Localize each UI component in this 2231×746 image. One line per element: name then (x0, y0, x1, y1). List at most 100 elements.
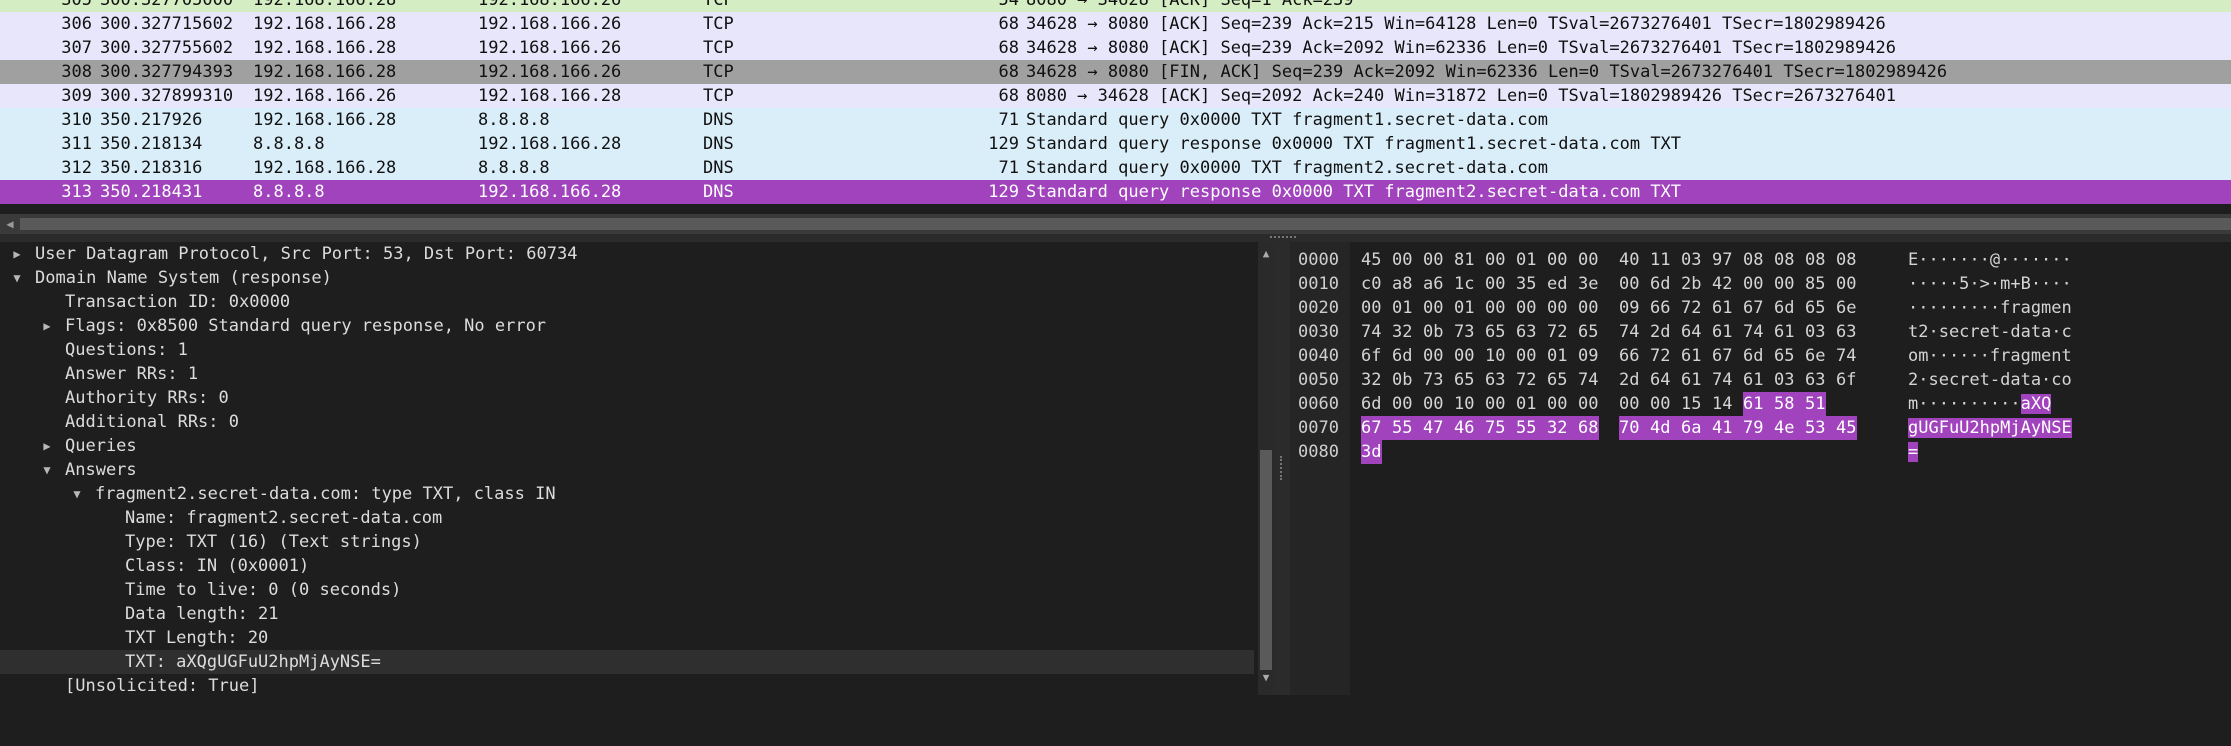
hex-byte[interactable]: 65 (1454, 368, 1485, 392)
collapse-arrow-icon[interactable]: ▼ (39, 458, 55, 482)
hex-byte[interactable]: 61 (1743, 392, 1774, 416)
hex-byte[interactable]: 32 (1361, 368, 1392, 392)
hex-byte[interactable]: 2d (1650, 320, 1681, 344)
expand-arrow-icon[interactable]: ▶ (9, 242, 25, 266)
hex-byte[interactable]: 00 (1485, 248, 1516, 272)
hex-byte[interactable]: 32 (1392, 320, 1423, 344)
hex-byte[interactable]: 51 (1805, 392, 1826, 416)
hex-byte[interactable]: 6e (1805, 344, 1836, 368)
hex-byte[interactable]: ed (1547, 272, 1578, 296)
hex-byte[interactable]: 01 (1547, 344, 1578, 368)
hex-byte[interactable]: 08 (1836, 248, 1857, 272)
hex-byte[interactable]: 74 (1578, 368, 1599, 392)
hex-byte[interactable]: 00 (1774, 272, 1805, 296)
hex-byte[interactable]: 81 (1454, 248, 1485, 272)
hex-ascii[interactable]: 2·secret-data·co (1908, 368, 2072, 392)
hex-byte[interactable]: 32 (1547, 416, 1578, 440)
hex-ascii[interactable]: = (1908, 440, 1919, 464)
hex-byte[interactable]: 4d (1650, 416, 1681, 440)
hex-byte[interactable]: 09 (1619, 296, 1650, 320)
hex-byte[interactable]: 35 (1516, 272, 1547, 296)
expand-arrow-icon[interactable]: ▶ (39, 314, 55, 338)
packet-list[interactable]: 305 300.327705000 192.168.166.28 192.168… (0, 0, 2231, 204)
tree-item-queries[interactable]: ▶ Queries (0, 434, 1254, 458)
tree-item-answer-record[interactable]: ▼ fragment2.secret-data.com: type TXT, c… (0, 482, 1254, 506)
hex-byte[interactable]: 6d (1392, 344, 1423, 368)
hex-byte[interactable]: 00 (1836, 272, 1857, 296)
hex-byte[interactable]: 00 (1578, 248, 1599, 272)
hex-byte[interactable]: 0b (1423, 320, 1454, 344)
hex-byte[interactable]: 65 (1547, 368, 1578, 392)
hex-byte[interactable]: 08 (1743, 248, 1774, 272)
hex-ascii[interactable]: m··········aXQ (1908, 392, 2052, 416)
packet-row[interactable]: 311 350.218134 8.8.8.8 192.168.166.28 DNS 129… (0, 132, 2231, 156)
hex-byte[interactable]: 64 (1650, 368, 1681, 392)
hex-byte[interactable]: 75 (1485, 416, 1516, 440)
hex-byte[interactable]: 00 (1423, 344, 1454, 368)
hex-byte[interactable]: 0b (1392, 368, 1423, 392)
packet-row[interactable]: 310 350.217926 192.168.166.28 8.8.8.8 DNS 71 S… (0, 108, 2231, 132)
hex-byte[interactable]: 00 (1578, 296, 1599, 320)
hex-byte[interactable]: 65 (1774, 344, 1805, 368)
tree-item-txt[interactable]: TXT: aXQgUGFuU2hpMjAyNSE= (0, 650, 1254, 674)
hex-byte[interactable]: 6e (1836, 296, 1857, 320)
packet-details-pane[interactable]: ▶ User Datagram Protocol, Src Port: 53, … (0, 242, 1258, 696)
hex-byte[interactable]: 6f (1836, 368, 1857, 392)
scroll-down-arrow-icon[interactable]: ▼ (1258, 670, 1274, 686)
packet-row[interactable]: 312 350.218316 192.168.166.28 8.8.8.8 DNS 71 S… (0, 156, 2231, 180)
hex-byte[interactable]: 00 (1619, 392, 1650, 416)
hex-byte[interactable]: 00 (1547, 392, 1578, 416)
hex-byte[interactable]: 74 (1619, 320, 1650, 344)
hex-byte[interactable]: 3e (1578, 272, 1599, 296)
tree-item-authority-rrs[interactable]: Authority RRs: 0 (0, 386, 1254, 410)
hex-byte[interactable]: 74 (1743, 320, 1774, 344)
hex-byte[interactable]: 72 (1650, 344, 1681, 368)
hex-byte[interactable]: 61 (1712, 296, 1743, 320)
hex-byte[interactable]: 73 (1454, 320, 1485, 344)
hex-byte[interactable]: 14 (1712, 392, 1743, 416)
hex-byte[interactable]: 63 (1836, 320, 1857, 344)
tree-item-txt-length[interactable]: TXT Length: 20 (0, 626, 1254, 650)
hex-byte[interactable]: 66 (1619, 344, 1650, 368)
packet-row[interactable]: 313 350.218431 8.8.8.8 192.168.166.28 DNS 129… (0, 180, 2231, 204)
hex-byte[interactable]: 42 (1712, 272, 1743, 296)
hex-byte[interactable]: 61 (1712, 320, 1743, 344)
hex-byte[interactable]: 6d (1361, 392, 1392, 416)
pane-splitter[interactable] (0, 234, 2231, 242)
hex-byte[interactable]: 72 (1681, 296, 1712, 320)
hex-ascii[interactable]: gUGFuU2hpMjAyNSE (1908, 416, 2072, 440)
hex-byte[interactable]: 00 (1578, 392, 1599, 416)
hex-byte[interactable]: 6d (1743, 344, 1774, 368)
details-vscrollbar[interactable]: ▲ ▼ (1258, 242, 1274, 695)
tree-item-additional-rrs[interactable]: Additional RRs: 0 (0, 410, 1254, 434)
hex-byte[interactable]: 55 (1392, 416, 1423, 440)
scroll-up-arrow-icon[interactable]: ▲ (1258, 246, 1274, 262)
packet-list-hscrollbar[interactable]: ◀ (0, 214, 2231, 234)
hex-byte[interactable]: 64 (1681, 320, 1712, 344)
tree-item-dns[interactable]: ▼ Domain Name System (response) (0, 266, 1254, 290)
hex-byte[interactable]: 03 (1774, 368, 1805, 392)
hex-byte[interactable]: 97 (1712, 248, 1743, 272)
hex-byte[interactable]: 11 (1650, 248, 1681, 272)
packet-row-partial[interactable]: 305 300.327705000 192.168.166.28 192.168… (0, 0, 2231, 12)
hex-byte[interactable]: a8 (1392, 272, 1423, 296)
hex-byte[interactable]: 55 (1516, 416, 1547, 440)
hex-byte[interactable]: 61 (1774, 320, 1805, 344)
hex-byte[interactable]: 65 (1805, 296, 1836, 320)
hex-byte[interactable]: 00 (1423, 392, 1454, 416)
hex-byte[interactable]: 53 (1805, 416, 1836, 440)
hex-byte[interactable]: 00 (1392, 392, 1423, 416)
hex-ascii[interactable]: t2·secret-data·c (1908, 320, 2072, 344)
hex-byte[interactable]: 65 (1578, 320, 1599, 344)
hex-byte[interactable]: 00 (1423, 248, 1454, 272)
hex-byte[interactable]: 00 (1547, 248, 1578, 272)
tree-item-answers[interactable]: ▼ Answers (0, 458, 1254, 482)
hex-byte[interactable]: 00 (1743, 272, 1774, 296)
hex-byte[interactable]: 70 (1619, 416, 1650, 440)
hex-byte[interactable]: 67 (1361, 416, 1392, 440)
hex-byte[interactable]: 00 (1485, 272, 1516, 296)
hex-ascii[interactable]: ·····5·>·m+B···· (1908, 272, 2072, 296)
hex-byte[interactable]: 00 (1547, 296, 1578, 320)
hex-byte[interactable]: 15 (1681, 392, 1712, 416)
hex-byte[interactable]: 01 (1454, 296, 1485, 320)
